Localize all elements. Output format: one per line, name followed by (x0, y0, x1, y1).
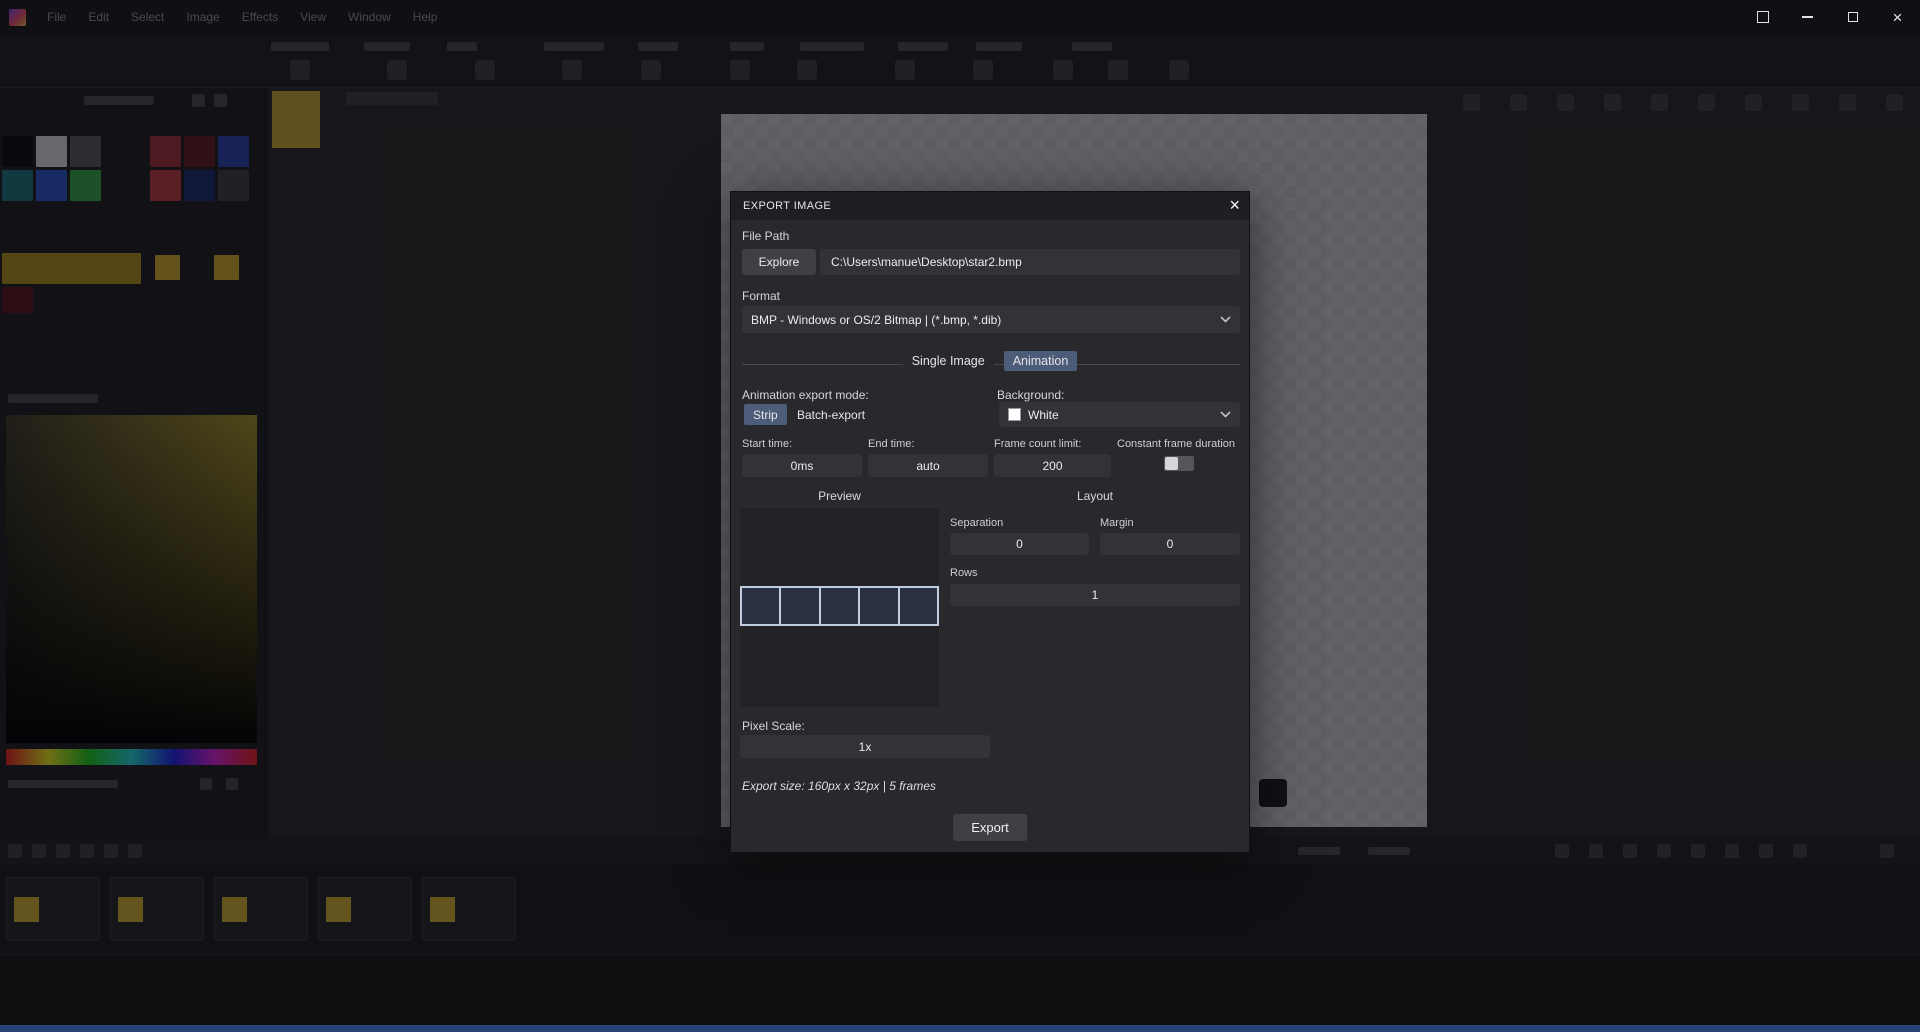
end-time-input[interactable] (868, 454, 988, 477)
fullscreen-button[interactable] (1740, 0, 1785, 34)
rows-label: Rows (950, 567, 978, 579)
background-value: White (1028, 407, 1059, 422)
tab-animation[interactable]: Animation (1003, 351, 1078, 371)
frame-count-limit-label: Frame count limit: (994, 438, 1082, 450)
separation-input[interactable] (950, 533, 1089, 555)
frame-count-limit-input[interactable] (994, 454, 1111, 477)
maximize-icon (1847, 12, 1858, 22)
rows-input[interactable] (950, 584, 1240, 606)
layout-heading: Layout (1076, 489, 1114, 503)
constant-frame-duration-toggle[interactable] (1164, 456, 1194, 471)
format-value: BMP - Windows or OS/2 Bitmap | (*.bmp, *… (751, 312, 1002, 327)
export-size-text: Export size: 160px x 32px | 5 frames (742, 779, 936, 793)
chevron-down-icon (1220, 316, 1231, 323)
preview-frame-cell (897, 586, 940, 626)
constant-frame-duration-label: Constant frame duration (1117, 438, 1236, 450)
export-button[interactable]: Export (953, 814, 1027, 841)
minimize-button[interactable] (1785, 0, 1830, 34)
export-preview-box (740, 508, 940, 707)
end-time-label: End time: (868, 438, 915, 450)
start-time-label: Start time: (742, 438, 793, 450)
file-path-label: File Path (742, 229, 790, 243)
window-controls: × (1740, 0, 1920, 34)
preview-frame-cell (818, 586, 861, 626)
tab-single-image[interactable]: Single Image (902, 351, 994, 371)
minimize-icon (1802, 16, 1813, 18)
window-close-button[interactable]: × (1875, 0, 1920, 34)
batch-export-mode-button[interactable]: Batch-export (788, 404, 874, 425)
export-tabs: Single Image Animation (731, 351, 1249, 371)
margin-input[interactable] (1100, 533, 1240, 555)
preview-strip (740, 586, 940, 626)
pixel-scale-label: Pixel Scale: (742, 719, 805, 733)
background-label: Background: (997, 388, 1065, 402)
preview-frame-cell (740, 586, 782, 626)
maximize-button[interactable] (1830, 0, 1875, 34)
margin-label: Margin (1100, 517, 1134, 529)
format-dropdown[interactable]: BMP - Windows or OS/2 Bitmap | (*.bmp, *… (742, 306, 1240, 333)
animation-export-mode-label: Animation export mode: (742, 388, 869, 402)
explore-button[interactable]: Explore (742, 249, 816, 275)
format-label: Format (742, 289, 781, 303)
preview-frame-cell (779, 586, 821, 626)
chevron-down-icon (1220, 411, 1231, 418)
export-image-dialog: EXPORT IMAGE × File Path Explore Format … (730, 191, 1250, 853)
separation-label: Separation (950, 517, 1004, 529)
fullscreen-icon (1756, 11, 1769, 23)
file-path-input[interactable] (820, 249, 1240, 275)
preview-frame-cell (858, 586, 900, 626)
strip-mode-button[interactable]: Strip (744, 404, 787, 425)
dialog-close-icon[interactable]: × (1229, 195, 1240, 216)
close-icon: × (1892, 7, 1903, 27)
preview-heading: Preview (818, 489, 861, 503)
background-color-swatch (1008, 408, 1021, 421)
pixelorama-window: FileEditSelectImageEffectsViewWindowHelp… (0, 0, 1920, 1032)
start-time-input[interactable] (742, 454, 862, 477)
background-dropdown[interactable]: White (999, 402, 1240, 427)
pixel-scale-input[interactable] (740, 735, 990, 758)
dialog-title: EXPORT IMAGE (743, 200, 832, 212)
dialog-titlebar[interactable]: EXPORT IMAGE × (731, 192, 1249, 220)
